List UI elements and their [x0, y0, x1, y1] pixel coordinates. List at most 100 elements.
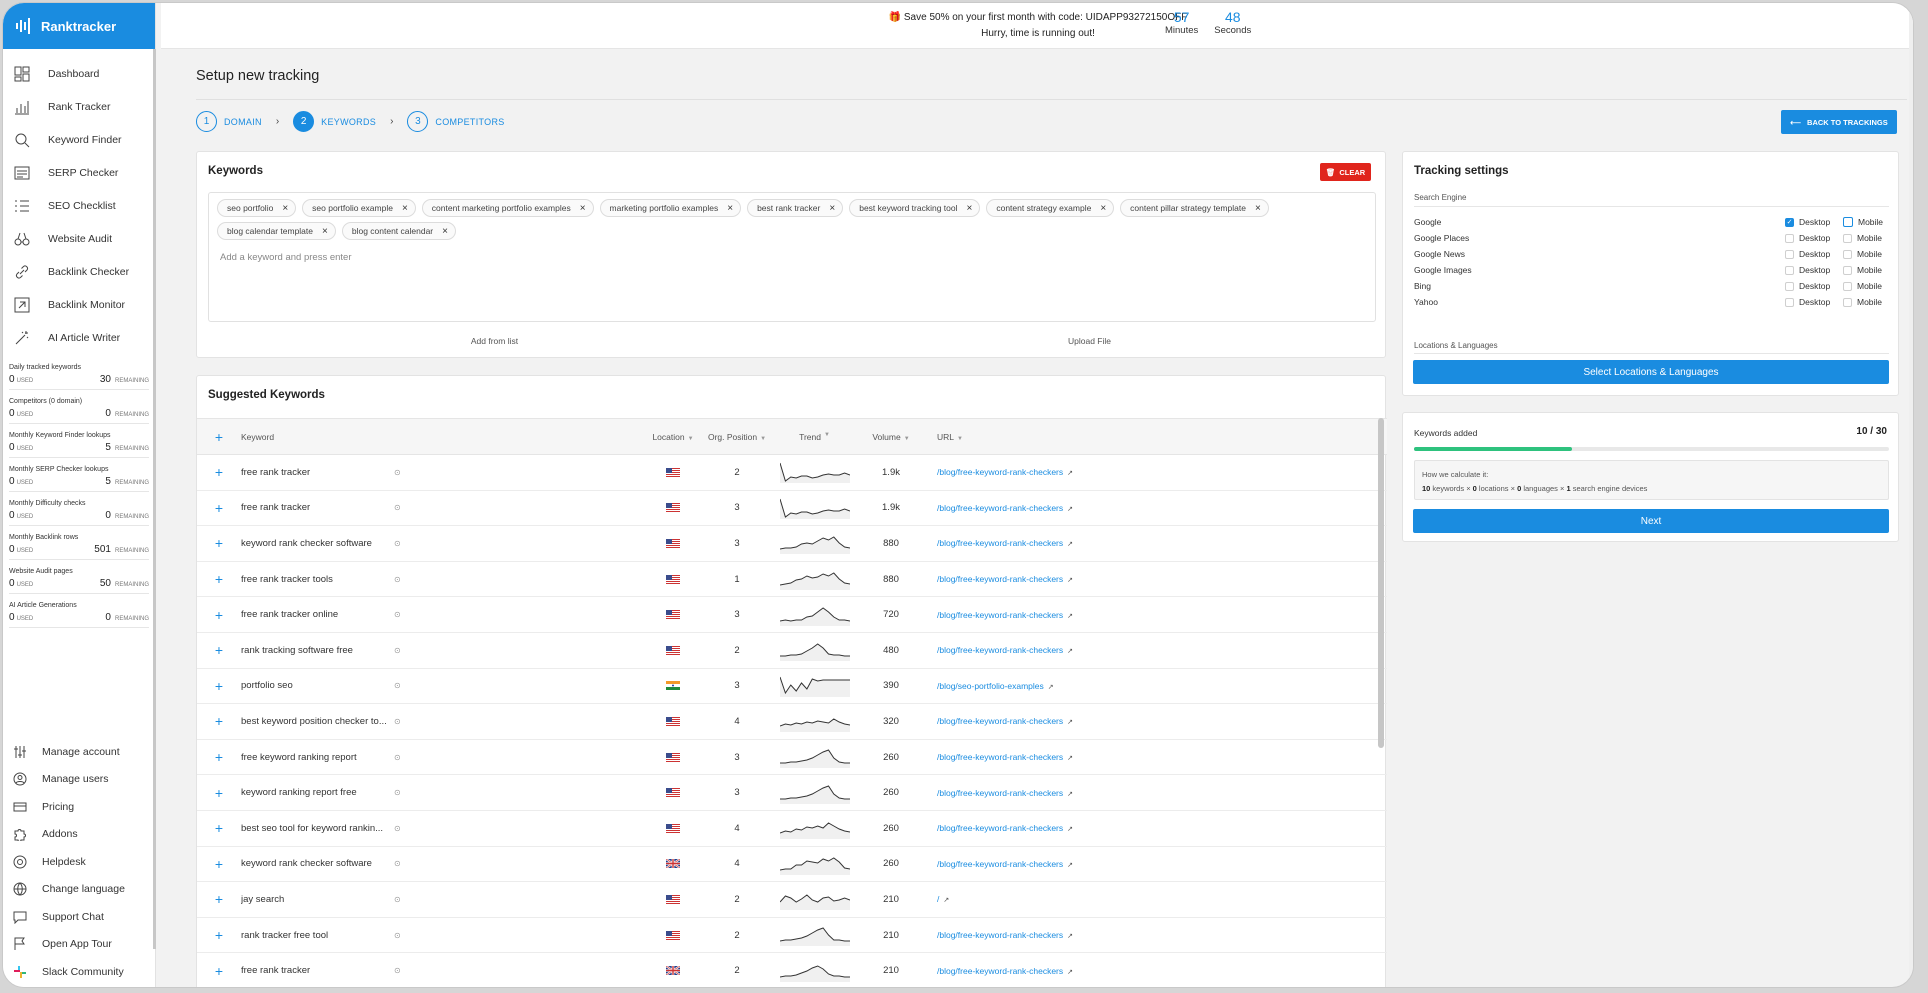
account-item-pricing[interactable]: Pricing	[3, 793, 156, 821]
col-location[interactable]: Location ▼	[644, 432, 702, 442]
account-item-slack-community[interactable]: Slack Community	[3, 958, 156, 986]
sidebar-item-backlink-checker[interactable]: Backlink Checker	[3, 255, 155, 288]
clear-button[interactable]: 🗑 CLEAR	[1320, 163, 1371, 181]
upload-file-link[interactable]: Upload File	[792, 336, 1387, 346]
add-keyword-button[interactable]: +	[197, 856, 241, 872]
add-keyword-button[interactable]: +	[197, 678, 241, 694]
account-item-helpdesk[interactable]: Helpdesk	[3, 848, 156, 876]
remove-chip-icon[interactable]: ×	[829, 203, 835, 214]
row-url-link[interactable]: / ↗	[925, 894, 1387, 904]
account-item-manage-account[interactable]: Manage account	[3, 738, 156, 766]
remove-chip-icon[interactable]: ×	[727, 203, 733, 214]
info-icon[interactable]: ⊙	[389, 895, 644, 904]
add-all-button[interactable]: +	[197, 429, 241, 445]
info-icon[interactable]: ⊙	[389, 610, 644, 619]
row-url-link[interactable]: /blog/free-keyword-rank-checkers ↗	[925, 467, 1387, 477]
keyword-input-box[interactable]: seo portfolio × seo portfolio example × cont…	[208, 192, 1376, 322]
row-url-link[interactable]: /blog/free-keyword-rank-checkers ↗	[925, 823, 1387, 833]
row-url-link[interactable]: /blog/free-keyword-rank-checkers ↗	[925, 966, 1387, 976]
desktop-checkbox[interactable]: Desktop	[1785, 297, 1843, 307]
select-locations-button[interactable]: Select Locations & Languages	[1413, 360, 1889, 384]
mobile-checkbox[interactable]: Mobile	[1843, 297, 1889, 307]
row-url-link[interactable]: /blog/free-keyword-rank-checkers ↗	[925, 538, 1387, 548]
brand-logo[interactable]: Ranktracker	[3, 3, 155, 49]
sidebar-item-serp-checker[interactable]: SERP Checker	[3, 156, 155, 189]
row-url-link[interactable]: /blog/free-keyword-rank-checkers ↗	[925, 930, 1387, 940]
row-url-link[interactable]: /blog/seo-portfolio-examples ↗	[925, 681, 1387, 691]
add-keyword-button[interactable]: +	[197, 500, 241, 516]
info-icon[interactable]: ⊙	[389, 575, 644, 584]
mobile-checkbox[interactable]: Mobile	[1843, 249, 1889, 259]
remove-chip-icon[interactable]: ×	[322, 226, 328, 237]
remove-chip-icon[interactable]: ×	[442, 226, 448, 237]
info-icon[interactable]: ⊙	[389, 503, 644, 512]
table-scrollbar[interactable]	[1378, 418, 1384, 748]
row-url-link[interactable]: /blog/free-keyword-rank-checkers ↗	[925, 574, 1387, 584]
account-item-addons[interactable]: Addons	[3, 821, 156, 849]
add-keyword-button[interactable]: +	[197, 963, 241, 979]
row-url-link[interactable]: /blog/free-keyword-rank-checkers ↗	[925, 752, 1387, 762]
add-keyword-button[interactable]: +	[197, 820, 241, 836]
remove-chip-icon[interactable]: ×	[1255, 203, 1261, 214]
next-button[interactable]: Next	[1413, 509, 1889, 533]
remove-chip-icon[interactable]: ×	[967, 203, 973, 214]
info-icon[interactable]: ⊙	[389, 824, 644, 833]
add-keyword-button[interactable]: +	[197, 642, 241, 658]
add-keyword-button[interactable]: +	[197, 464, 241, 480]
sidebar-item-backlink-monitor[interactable]: Backlink Monitor	[3, 288, 155, 321]
info-icon[interactable]: ⊙	[389, 681, 644, 690]
desktop-checkbox[interactable]: Desktop	[1785, 249, 1843, 259]
mobile-checkbox[interactable]: Mobile	[1843, 281, 1889, 291]
add-keyword-button[interactable]: +	[197, 535, 241, 551]
sidebar-item-seo-checklist[interactable]: SEO Checklist	[3, 189, 155, 222]
page-scrollbar[interactable]	[1909, 3, 1913, 987]
row-url-link[interactable]: /blog/free-keyword-rank-checkers ↗	[925, 503, 1387, 513]
row-url-link[interactable]: /blog/free-keyword-rank-checkers ↗	[925, 716, 1387, 726]
info-icon[interactable]: ⊙	[389, 468, 644, 477]
add-keyword-button[interactable]: +	[197, 785, 241, 801]
remove-chip-icon[interactable]: ×	[402, 203, 408, 214]
account-item-manage-users[interactable]: Manage users	[3, 766, 156, 794]
sidebar-item-website-audit[interactable]: Website Audit	[3, 222, 155, 255]
col-keyword[interactable]: Keyword	[241, 432, 389, 442]
step-competitors[interactable]: 3 COMPETITORS	[407, 111, 504, 132]
add-keyword-button[interactable]: +	[197, 571, 241, 587]
remove-chip-icon[interactable]: ×	[1100, 203, 1106, 214]
add-keyword-button[interactable]: +	[197, 891, 241, 907]
col-trend[interactable]: Trend ▼	[772, 432, 857, 442]
desktop-checkbox[interactable]: ✓ Desktop	[1785, 217, 1843, 227]
info-icon[interactable]: ⊙	[389, 931, 644, 940]
row-url-link[interactable]: /blog/free-keyword-rank-checkers ↗	[925, 788, 1387, 798]
step-keywords[interactable]: 2 KEYWORDS	[293, 111, 376, 132]
sidebar-item-ai-article-writer[interactable]: AI Article Writer	[3, 321, 155, 354]
col-volume[interactable]: Volume ▼	[857, 432, 925, 442]
row-url-link[interactable]: /blog/free-keyword-rank-checkers ↗	[925, 859, 1387, 869]
row-url-link[interactable]: /blog/free-keyword-rank-checkers ↗	[925, 610, 1387, 620]
remove-chip-icon[interactable]: ×	[282, 203, 288, 214]
account-item-support-chat[interactable]: Support Chat	[3, 903, 156, 931]
desktop-checkbox[interactable]: Desktop	[1785, 265, 1843, 275]
info-icon[interactable]: ⊙	[389, 717, 644, 726]
sidebar-scrollbar[interactable]	[153, 49, 156, 949]
mobile-checkbox[interactable]: Mobile	[1843, 265, 1889, 275]
info-icon[interactable]: ⊙	[389, 966, 644, 975]
add-keyword-button[interactable]: +	[197, 749, 241, 765]
step-domain[interactable]: 1 DOMAIN	[196, 111, 262, 132]
account-item-open-app-tour[interactable]: Open App Tour	[3, 931, 156, 959]
desktop-checkbox[interactable]: Desktop	[1785, 281, 1843, 291]
mobile-checkbox[interactable]: Mobile	[1843, 233, 1889, 243]
info-icon[interactable]: ⊙	[389, 753, 644, 762]
desktop-checkbox[interactable]: Desktop	[1785, 233, 1843, 243]
add-keyword-button[interactable]: +	[197, 607, 241, 623]
mobile-checkbox[interactable]: Mobile	[1843, 217, 1889, 227]
sidebar-item-dashboard[interactable]: Dashboard	[3, 57, 155, 90]
account-item-change-language[interactable]: Change language	[3, 876, 156, 904]
info-icon[interactable]: ⊙	[389, 646, 644, 655]
keyword-input[interactable]: Add a keyword and press enter	[217, 252, 1367, 263]
info-icon[interactable]: ⊙	[389, 539, 644, 548]
sidebar-item-keyword-finder[interactable]: Keyword Finder	[3, 123, 155, 156]
col-url[interactable]: URL ▼	[925, 432, 1387, 442]
sidebar-item-rank-tracker[interactable]: Rank Tracker	[3, 90, 155, 123]
remove-chip-icon[interactable]: ×	[580, 203, 586, 214]
add-keyword-button[interactable]: +	[197, 713, 241, 729]
